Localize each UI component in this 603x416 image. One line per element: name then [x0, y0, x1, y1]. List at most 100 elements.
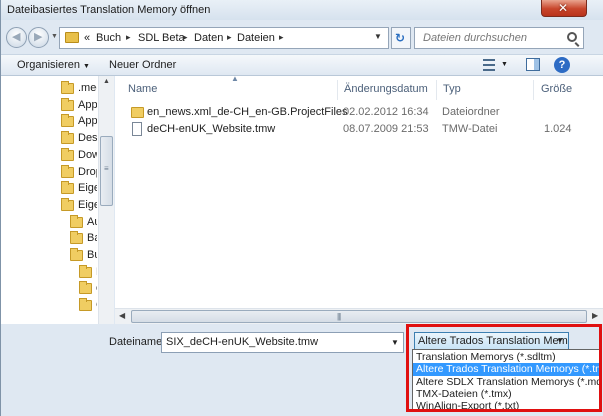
view-dropdown-icon[interactable]: ▼	[501, 61, 508, 68]
folder-icon	[70, 214, 83, 228]
tree-item[interactable]: E	[79, 264, 97, 281]
column-header-name[interactable]: Name	[128, 83, 157, 95]
tree-item-label: c	[96, 282, 97, 294]
view-options-icon[interactable]	[483, 59, 495, 71]
search-placeholder: Dateien durchsuchen	[423, 32, 527, 44]
breadcrumb-separator-icon[interactable]: ▸	[279, 32, 284, 43]
back-button[interactable]: ◀	[6, 27, 27, 48]
forward-arrow-icon: ▶	[34, 31, 43, 43]
column-divider[interactable]	[533, 80, 534, 100]
tree-item-label: Dow	[78, 148, 97, 161]
tree-item[interactable]: Dow	[61, 147, 97, 164]
folder-icon	[61, 81, 74, 94]
scroll-left-icon[interactable]: ◀	[119, 311, 125, 320]
chevron-down-icon: ▼	[82, 63, 90, 70]
chevron-down-icon[interactable]: ▼	[391, 338, 399, 347]
folder-icon	[61, 147, 74, 161]
navigation-pane: .mec AppI AppI Desk Dow Drop Eiger Eiger Au Ba Bu E…	[1, 76, 114, 324]
column-divider[interactable]	[436, 80, 437, 100]
folder-icon	[65, 32, 79, 43]
column-header-type[interactable]: Typ	[443, 83, 461, 95]
folder-icon	[70, 248, 83, 261]
tree-item[interactable]: Eiger	[61, 181, 97, 197]
tree-item[interactable]: .mec	[61, 81, 97, 97]
address-bar[interactable]: « Buch ▸ SDL Beta ▸ Daten ▸ Dateien ▸ ▼	[59, 27, 389, 49]
breadcrumb-buch[interactable]: Buch	[96, 32, 121, 44]
tree-item[interactable]: Desk	[61, 131, 97, 147]
tree-item-label: Au	[87, 215, 97, 228]
column-header-size[interactable]: Größe	[541, 83, 572, 95]
new-folder-button[interactable]: Neuer Ordner	[109, 59, 176, 71]
filelist-horizontal-scrollbar[interactable]: ◀ ||| ▶	[115, 308, 603, 324]
refresh-button[interactable]: ↻	[391, 27, 411, 49]
tree-item-label: .mec	[78, 82, 97, 94]
folder-icon	[61, 114, 74, 128]
tree-item[interactable]: C	[79, 298, 97, 314]
forward-button[interactable]: ▶	[28, 27, 49, 48]
folder-icon	[131, 107, 144, 118]
column-header-date[interactable]: Änderungsdatum	[344, 83, 428, 95]
filename-combobox[interactable]: SIX_deCH-enUK_Website.tmw ▼	[161, 332, 404, 353]
tree-item-label: Ba	[87, 232, 97, 245]
folder-icon	[61, 164, 74, 178]
file-row[interactable]: deCH-enUK_Website.tmw 08.07.2009 21:53 TMW…	[127, 121, 597, 138]
refresh-icon: ↻	[395, 31, 406, 45]
file-size: 1.024	[544, 123, 572, 135]
navpane-vertical-scrollbar[interactable]: ▲ ≡	[98, 76, 114, 324]
scrollbar-thumb[interactable]: ≡	[100, 136, 113, 206]
tree-item-label: Desk	[78, 132, 97, 145]
file-row[interactable]: en_news.xml_de-CH_en-GB.ProjectFiles 02.0…	[127, 104, 597, 121]
navigation-bar: ◀ ▶ ▼ « Buch ▸ SDL Beta ▸ Daten ▸ Dateie…	[1, 22, 603, 52]
close-icon: ✕	[558, 1, 569, 15]
highlight-annotation	[406, 324, 602, 412]
breadcrumb-dateien[interactable]: Dateien	[237, 32, 275, 44]
file-list: Name ▲ Änderungsdatum Typ Größe en_news.…	[115, 74, 603, 324]
file-type: Dateiordner	[442, 106, 500, 118]
file-name: en_news.xml_de-CH_en-GB.ProjectFiles	[147, 106, 348, 118]
filename-label: Dateiname:	[109, 336, 166, 348]
folder-icon	[61, 131, 74, 145]
breadcrumb-separator-icon[interactable]: ▸	[227, 32, 232, 43]
sort-ascending-icon: ▲	[231, 74, 239, 83]
tree-item[interactable]: Ba	[70, 231, 97, 247]
tree-item-label: Bu	[87, 249, 97, 261]
scroll-up-icon[interactable]: ▲	[103, 78, 110, 85]
column-divider[interactable]	[337, 80, 338, 100]
file-date: 02.02.2012 16:34	[343, 106, 429, 118]
window-title: Dateibasiertes Translation Memory öffnen	[7, 4, 211, 16]
organize-label: Organisieren	[17, 59, 80, 71]
filename-value: SIX_deCH-enUK_Website.tmw	[166, 336, 319, 348]
tree-item-label: Eiger	[78, 198, 97, 211]
tree-item[interactable]: c	[79, 281, 97, 297]
file-type: TMW-Datei	[442, 123, 498, 135]
breadcrumb-daten[interactable]: Daten	[194, 32, 223, 44]
tree-item[interactable]: AppI	[61, 114, 97, 130]
address-dropdown-icon[interactable]: ▼	[374, 32, 382, 41]
scrollbar-grip-icon: ≡	[104, 164, 109, 173]
close-button[interactable]: ✕	[541, 0, 587, 17]
search-input[interactable]: Dateien durchsuchen	[414, 27, 584, 49]
tree-item[interactable]: Bu	[70, 248, 97, 264]
search-icon	[567, 32, 577, 42]
help-icon[interactable]: ?	[554, 57, 570, 73]
tree-item[interactable]: Au	[70, 214, 97, 231]
command-toolbar: Organisieren ▼ Neuer Ordner ▼ ?	[1, 54, 603, 76]
scroll-right-icon[interactable]: ▶	[592, 311, 598, 320]
folder-icon	[79, 264, 92, 278]
organize-button[interactable]: Organisieren ▼	[17, 59, 90, 71]
tree-item[interactable]: AppI	[61, 97, 97, 114]
breadcrumb-separator-icon[interactable]: ▸	[183, 32, 188, 43]
breadcrumb-sdl-beta[interactable]: SDL Beta	[138, 32, 185, 44]
scrollbar-thumb[interactable]: |||	[131, 310, 587, 323]
tree-item-label: E	[96, 266, 97, 278]
folder-icon	[70, 231, 83, 245]
preview-pane-icon[interactable]	[526, 58, 540, 71]
breadcrumb-separator-icon[interactable]: ▸	[126, 32, 131, 43]
recent-pages-chevron-icon[interactable]: ▼	[51, 33, 58, 40]
tree-item[interactable]: Drop	[61, 164, 97, 181]
breadcrumb-overflow[interactable]: «	[84, 32, 90, 44]
tree-item-label: AppI	[78, 98, 97, 111]
scrollbar-grip-icon: |||	[337, 312, 341, 321]
tree-item[interactable]: Eiger	[61, 197, 97, 214]
back-arrow-icon: ◀	[12, 31, 21, 43]
